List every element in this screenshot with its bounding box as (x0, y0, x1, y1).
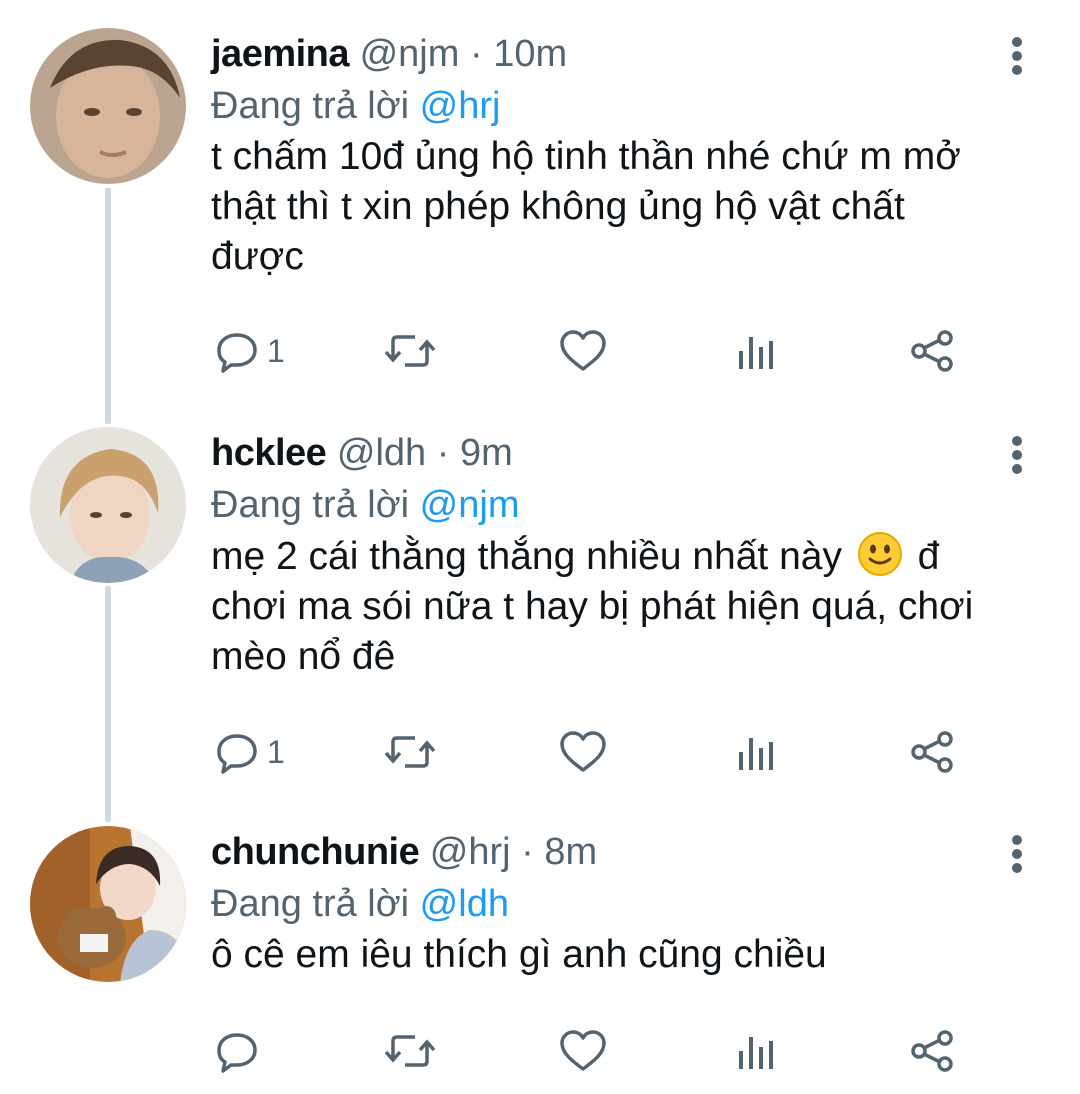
like-button[interactable] (559, 326, 607, 376)
replying-to-label: Đang trả lời (211, 484, 410, 526)
more-button[interactable] (1000, 433, 1034, 477)
tweet[interactable]: chunchunie @hrj · 8m Đang trả lời @ldh ô… (0, 826, 1080, 1094)
separator: · (436, 432, 450, 474)
action-bar (211, 1026, 991, 1076)
replying-to: Đang trả lời @ldh (211, 878, 509, 930)
share-icon (911, 731, 953, 773)
text-line: ô cê em iêu thích gì anh cũng chiều (211, 933, 827, 976)
separator: · (521, 831, 534, 873)
reply-icon (217, 333, 257, 373)
text-line: mẹ 2 cái thằng thắng nhiều nhất này đ (211, 531, 1031, 582)
avatar[interactable] (30, 28, 186, 184)
timestamp[interactable]: 8m (544, 831, 597, 873)
tweet[interactable]: jaemina @njm · 10m Đang trả lời @hrj t c… (0, 28, 1080, 408)
handle[interactable]: @ldh (337, 432, 426, 474)
views-icon (739, 738, 773, 770)
timestamp[interactable]: 9m (460, 432, 513, 474)
retweet-icon (384, 335, 436, 367)
tweet-text: t chấm 10đ ủng hộ tinh thần nhé chứ m mở… (211, 132, 1031, 282)
share-button[interactable] (909, 1026, 955, 1076)
display-name[interactable]: jaemina (211, 33, 350, 75)
timestamp[interactable]: 10m (493, 33, 567, 75)
text-line: t chấm 10đ ủng hộ tinh thần nhé chứ m mở (211, 135, 961, 178)
views-icon (739, 1037, 773, 1069)
retweet-button[interactable] (383, 1026, 437, 1076)
text-line: được (211, 235, 304, 278)
share-button[interactable] (909, 727, 955, 777)
avatar[interactable] (30, 826, 186, 982)
more-vertical-icon (1012, 37, 1022, 75)
tweet-header: chunchunie @hrj · 8m (211, 826, 597, 878)
slightly-smiling-face-icon (857, 532, 902, 576)
text-segment: mẹ 2 cái thằng thắng nhiều nhất này (211, 535, 842, 578)
display-name[interactable]: hcklee (211, 432, 327, 474)
action-bar: 1 (211, 727, 991, 777)
reply-count: 1 (267, 734, 285, 770)
text-line: chơi ma sói nữa t hay bị phát hiện quá, … (211, 585, 974, 628)
mention-link[interactable]: @ldh (420, 883, 509, 925)
heart-icon (560, 330, 606, 371)
reply-button[interactable] (215, 1026, 267, 1076)
reply-icon (217, 1033, 257, 1073)
separator: · (469, 33, 483, 75)
replying-to-label: Đang trả lời (211, 883, 410, 925)
more-vertical-icon (1012, 436, 1022, 474)
like-button[interactable] (559, 1026, 607, 1076)
retweet-icon (384, 736, 436, 768)
share-button[interactable] (909, 326, 955, 376)
reply-count: 1 (267, 333, 285, 369)
views-button[interactable] (737, 1026, 777, 1076)
views-button[interactable] (737, 727, 777, 777)
display-name[interactable]: chunchunie (211, 831, 420, 873)
replying-to-label: Đang trả lời (211, 85, 410, 127)
retweet-icon (384, 1035, 436, 1067)
views-icon (739, 337, 773, 369)
handle[interactable]: @hrj (430, 831, 511, 873)
heart-icon (560, 731, 606, 772)
more-button[interactable] (1000, 34, 1034, 78)
heart-icon (560, 1030, 606, 1071)
reply-button[interactable]: 1 (215, 326, 285, 376)
tweet-header: jaemina @njm · 10m (211, 28, 567, 80)
avatar[interactable] (30, 427, 186, 583)
more-button[interactable] (1000, 832, 1034, 876)
text-line: thật thì t xin phép không ủng hộ vật chấ… (211, 185, 905, 228)
share-icon (911, 1030, 953, 1072)
action-bar: 1 (211, 326, 991, 376)
replying-to: Đang trả lời @hrj (211, 80, 500, 132)
views-button[interactable] (737, 326, 777, 376)
handle[interactable]: @njm (360, 33, 460, 75)
text-line: mèo nổ đê (211, 635, 396, 678)
text-segment: đ (917, 535, 940, 578)
reply-button[interactable]: 1 (215, 727, 285, 777)
retweet-button[interactable] (383, 326, 437, 376)
tweet-text: mẹ 2 cái thằng thắng nhiều nhất này đ ch… (211, 531, 1031, 682)
replying-to: Đang trả lời @njm (211, 479, 519, 531)
tweet[interactable]: hcklee @ldh · 9m Đang trả lời @njm mẹ 2 … (0, 427, 1080, 807)
mention-link[interactable]: @njm (420, 484, 520, 526)
mention-link[interactable]: @hrj (420, 85, 501, 127)
tweet-text: ô cê em iêu thích gì anh cũng chiều (211, 930, 1031, 980)
retweet-button[interactable] (383, 727, 437, 777)
tweet-header: hcklee @ldh · 9m (211, 427, 513, 479)
more-vertical-icon (1012, 835, 1022, 873)
reply-icon (217, 734, 257, 774)
like-button[interactable] (559, 727, 607, 777)
share-icon (911, 330, 953, 372)
